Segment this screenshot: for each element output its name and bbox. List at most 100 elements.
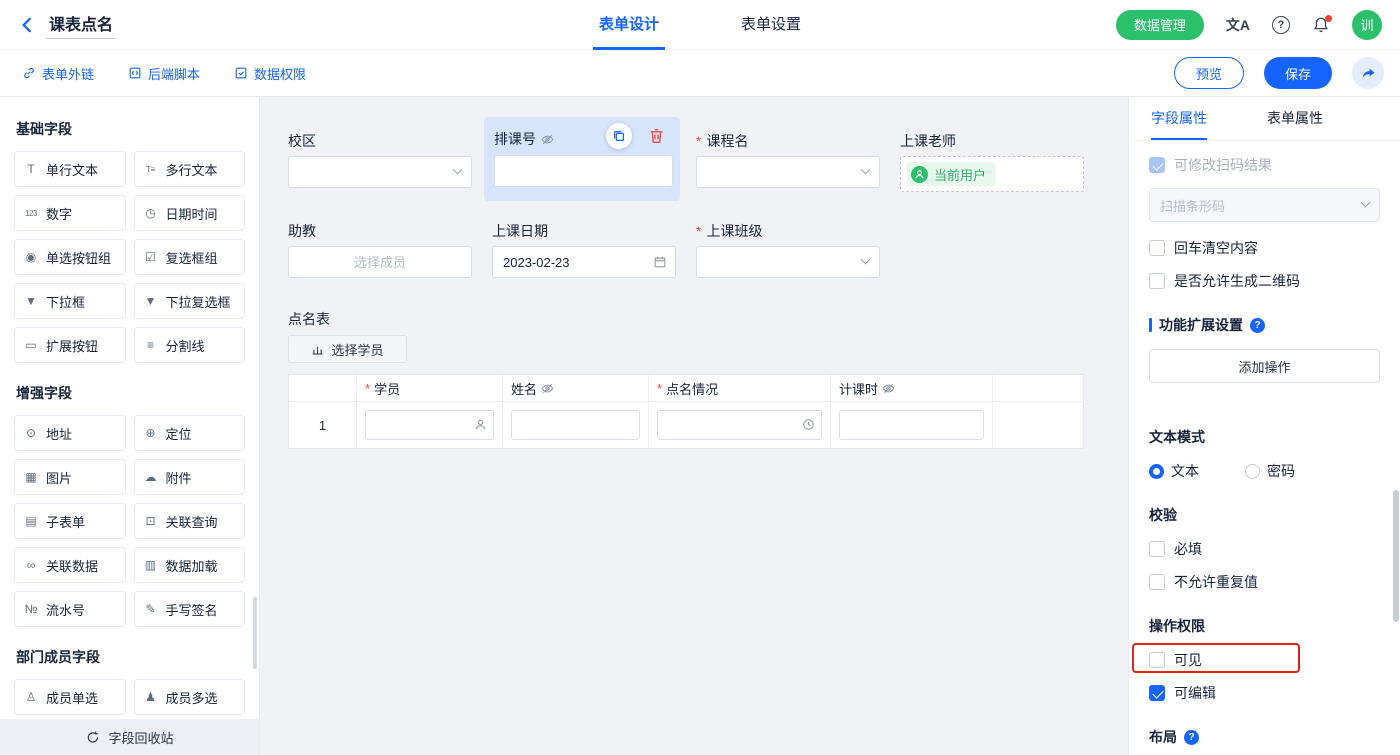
field-palette-label: 定位	[166, 424, 192, 443]
class-date-input[interactable]	[492, 246, 676, 278]
field-palette-item[interactable]: ▼下拉复选框	[134, 283, 246, 319]
campus-select[interactable]	[288, 156, 472, 188]
checkbox-icon[interactable]	[1149, 541, 1165, 557]
text-mode-password-radio[interactable]: 密码	[1245, 461, 1295, 481]
field-palette-item[interactable]: №流水号	[14, 591, 126, 627]
clear-on-enter-checkbox-row[interactable]: 回车清空内容	[1149, 238, 1380, 258]
checkbox-icon[interactable]	[1149, 273, 1165, 289]
required-asterisk: *	[365, 381, 370, 396]
sidebar-scrollbar[interactable]	[253, 597, 257, 669]
field-palette-label: 关联查询	[166, 512, 218, 531]
radio-icon[interactable]	[1245, 464, 1260, 479]
assistant-member-input[interactable]	[288, 246, 472, 278]
field-palette-item[interactable]: ⊡关联查询	[134, 503, 246, 539]
subform-cell	[831, 402, 993, 448]
field-palette-item[interactable]: ▤子表单	[14, 503, 126, 539]
tab-form-properties[interactable]: 表单属性	[1267, 97, 1323, 140]
course-select[interactable]	[696, 156, 880, 188]
field-palette-item[interactable]: ⊙地址	[14, 415, 126, 451]
field-rollcall-subform[interactable]: 点名表	[288, 309, 472, 329]
field-palette-item[interactable]: ♙成员单选	[14, 679, 126, 715]
tab-field-properties[interactable]: 字段属性	[1151, 97, 1207, 140]
translate-icon[interactable]: 文A	[1226, 15, 1250, 35]
divider-icon: ≡	[143, 338, 159, 352]
field-palette-label: 单行文本	[46, 160, 98, 179]
visible-checkbox-row[interactable]: 可见	[1149, 650, 1380, 670]
datetime-icon: ◷	[143, 206, 159, 220]
field-palette-item[interactable]: ◷ 日期时间	[134, 195, 246, 231]
field-campus[interactable]: 校区	[288, 131, 472, 188]
tab-form-design[interactable]: 表单设计	[593, 0, 665, 50]
recycle-bin-button[interactable]: 字段回收站	[0, 719, 260, 755]
copy-field-button[interactable]	[606, 123, 632, 149]
field-palette-item[interactable]: T单行文本	[14, 151, 126, 187]
allow-qrcode-checkbox-row[interactable]: 是否允许生成二维码	[1149, 271, 1380, 291]
field-teacher[interactable]: 上课老师 当前用户	[900, 131, 1084, 192]
page-title[interactable]: 课表点名	[46, 11, 116, 39]
tab-form-settings[interactable]: 表单设置	[735, 0, 807, 50]
script-icon	[128, 66, 142, 80]
help-icon[interactable]	[1272, 16, 1290, 34]
field-assistant[interactable]: 助教	[288, 221, 472, 278]
extend-button-icon: ▭	[23, 338, 39, 352]
field-palette-item[interactable]: ≡分割线	[134, 327, 246, 363]
schedule-no-input[interactable]	[494, 155, 673, 187]
preview-button[interactable]: 预览	[1174, 57, 1244, 89]
save-button[interactable]: 保存	[1264, 57, 1332, 89]
text-mode-text-radio[interactable]: 文本	[1149, 461, 1199, 481]
checkbox-icon[interactable]	[1149, 574, 1165, 590]
checkbox-checked-icon[interactable]	[1149, 685, 1165, 701]
data-manage-button[interactable]: 数据管理	[1116, 10, 1204, 40]
field-palette-item[interactable]: ∞关联数据	[14, 547, 126, 583]
subform-cell-input[interactable]	[511, 410, 640, 440]
field-palette-label: 日期时间	[166, 204, 218, 223]
radio-selected-icon[interactable]	[1149, 464, 1164, 479]
back-button[interactable]	[18, 16, 36, 34]
field-palette-item[interactable]: 123数字	[14, 195, 126, 231]
help-icon[interactable]	[1250, 318, 1265, 333]
data-permission-button[interactable]: 数据权限	[234, 64, 306, 83]
share-button[interactable]	[1352, 57, 1384, 89]
field-palette-item[interactable]: ▦图片	[14, 459, 126, 495]
avatar[interactable]: 训	[1352, 10, 1382, 40]
no-duplicate-checkbox-row[interactable]: 不允许重复值	[1149, 572, 1380, 592]
form-external-link-button[interactable]: 表单外链	[22, 64, 94, 83]
class-select[interactable]	[696, 246, 880, 278]
field-palette-item[interactable]: ▭扩展按钮	[14, 327, 126, 363]
field-schedule-no[interactable]: 排课号	[484, 117, 680, 201]
field-label: 排课号	[494, 129, 673, 149]
subform-cell	[357, 402, 503, 448]
field-palette-item[interactable]: ⊕定位	[134, 415, 246, 451]
checkbox-icon[interactable]	[1149, 652, 1165, 668]
serial-number-icon: №	[23, 602, 39, 616]
add-action-button[interactable]: 添加操作	[1149, 349, 1380, 383]
field-palette-item[interactable]: ▥数据加载	[134, 547, 246, 583]
field-palette-item[interactable]: ☑复选框组	[134, 239, 246, 275]
field-palette-label: 成员单选	[46, 688, 98, 707]
field-class[interactable]: *上课班级	[696, 221, 880, 278]
field-course[interactable]: *课程名	[696, 131, 880, 188]
field-palette-item[interactable]: ✎手写签名	[134, 591, 246, 627]
field-palette-item[interactable]: ◉单选按钮组	[14, 239, 126, 275]
bell-icon[interactable]	[1312, 16, 1330, 34]
field-palette-label: 数据加载	[166, 556, 218, 575]
delete-field-button[interactable]	[648, 127, 665, 144]
select-students-button[interactable]: 选择学员	[288, 335, 407, 363]
editable-checkbox-row[interactable]: 可编辑	[1149, 683, 1380, 703]
modify-scan-result-checkbox-row: 可修改扫码结果	[1149, 155, 1380, 175]
multi-dropdown-icon: ▼	[143, 294, 159, 308]
teacher-default-value-box[interactable]: 当前用户	[900, 156, 1084, 192]
window-scrollbar[interactable]	[1393, 490, 1399, 622]
field-palette-item[interactable]: ▼下拉框	[14, 283, 126, 319]
subform-cell-input[interactable]	[657, 410, 822, 440]
help-icon[interactable]	[1184, 730, 1199, 745]
field-palette-item[interactable]: ♟成员多选	[134, 679, 246, 715]
required-checkbox-row[interactable]: 必填	[1149, 539, 1380, 559]
field-palette-item[interactable]: ☁附件	[134, 459, 246, 495]
field-palette-item[interactable]: T≡多行文本	[134, 151, 246, 187]
field-class-date[interactable]: 上课日期	[492, 221, 676, 278]
subform-cell-input[interactable]	[839, 410, 984, 440]
checkbox-icon[interactable]	[1149, 240, 1165, 256]
current-user-tag[interactable]: 当前用户	[907, 162, 996, 186]
backend-script-button[interactable]: 后端脚本	[128, 64, 200, 83]
